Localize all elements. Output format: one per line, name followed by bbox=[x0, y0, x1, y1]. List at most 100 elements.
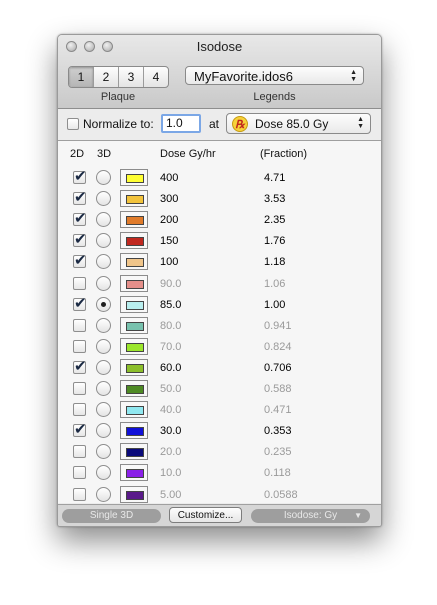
show-2d-checkbox[interactable] bbox=[73, 294, 87, 312]
dose-value: 20.0 bbox=[160, 446, 182, 459]
plaque-tab-1[interactable]: 1 bbox=[69, 67, 94, 87]
select-3d-radio[interactable] bbox=[96, 275, 111, 291]
color-fill bbox=[126, 427, 144, 437]
select-3d-radio[interactable] bbox=[96, 381, 111, 396]
customize-button[interactable]: Customize... bbox=[169, 507, 242, 523]
color-swatch[interactable] bbox=[120, 422, 148, 440]
color-swatch[interactable] bbox=[120, 316, 148, 334]
color-swatch[interactable] bbox=[120, 232, 148, 250]
plaque-tab-2[interactable]: 2 bbox=[94, 67, 119, 87]
table-row: 300 3.53 bbox=[58, 188, 381, 210]
color-fill bbox=[126, 195, 144, 205]
select-3d-radio[interactable] bbox=[96, 444, 111, 460]
show-2d-checkbox[interactable] bbox=[73, 466, 86, 480]
fraction-value: 0.706 bbox=[264, 361, 292, 374]
show-2d-checkbox[interactable] bbox=[73, 188, 87, 206]
color-swatch[interactable] bbox=[120, 190, 148, 208]
footer-bar: Single 3D Customize... Isodose: Gy ▼ bbox=[58, 504, 381, 526]
color-fill bbox=[126, 385, 144, 394]
color-fill bbox=[126, 469, 144, 479]
fraction-value: 3.53 bbox=[264, 193, 286, 206]
select-3d-radio[interactable] bbox=[96, 486, 111, 502]
reference-dose-popup[interactable]: ℞ Dose 85.0 Gy ▲ ▼ bbox=[226, 113, 371, 134]
color-swatch[interactable] bbox=[120, 401, 148, 419]
show-2d-checkbox[interactable] bbox=[73, 339, 86, 353]
table-row: 60.0 0.706 bbox=[58, 357, 381, 379]
fraction-value: 0.588 bbox=[264, 383, 292, 395]
color-fill bbox=[126, 448, 144, 458]
isodose-units-popup[interactable]: Isodose: Gy ▼ bbox=[251, 509, 370, 523]
show-2d-checkbox[interactable] bbox=[73, 403, 86, 417]
fraction-value: 1.06 bbox=[264, 277, 286, 290]
color-swatch[interactable] bbox=[120, 274, 148, 292]
table-row: 30.0 0.353 bbox=[58, 420, 381, 442]
dose-value: 5.00 bbox=[160, 488, 182, 501]
legends-value: MyFavorite.idos6 bbox=[194, 69, 293, 84]
show-2d-checkbox[interactable] bbox=[73, 318, 86, 332]
single-3d-button[interactable]: Single 3D bbox=[62, 509, 161, 523]
color-swatch[interactable] bbox=[120, 485, 148, 503]
plaque-tab-3[interactable]: 3 bbox=[119, 67, 144, 87]
color-fill bbox=[126, 342, 144, 352]
header-fraction: (Fraction) bbox=[260, 148, 308, 160]
normalize-value-field[interactable]: 1.0 bbox=[161, 114, 201, 133]
header-2d: 2D bbox=[70, 148, 85, 160]
table-row: 20.0 0.235 bbox=[58, 442, 381, 463]
show-2d-checkbox[interactable] bbox=[73, 382, 86, 395]
color-swatch[interactable] bbox=[120, 358, 148, 376]
dose-value: 90.0 bbox=[160, 277, 182, 290]
select-3d-radio[interactable] bbox=[96, 359, 111, 375]
table-row: 90.0 1.06 bbox=[58, 274, 381, 295]
plaque-tab-4[interactable]: 4 bbox=[144, 67, 168, 87]
select-3d-radio[interactable] bbox=[96, 170, 111, 185]
at-label: at bbox=[209, 117, 220, 131]
dose-value: 10.0 bbox=[160, 467, 182, 480]
show-2d-checkbox[interactable] bbox=[73, 167, 87, 185]
color-swatch[interactable] bbox=[120, 253, 148, 271]
select-3d-radio[interactable] bbox=[96, 423, 111, 439]
select-3d-radio[interactable] bbox=[96, 317, 111, 333]
select-3d-radio[interactable] bbox=[96, 402, 111, 418]
fraction-value: 0.941 bbox=[264, 319, 292, 332]
dose-value: 150 bbox=[160, 235, 179, 248]
color-swatch[interactable] bbox=[120, 464, 148, 482]
color-fill bbox=[126, 490, 144, 500]
fraction-value: 0.824 bbox=[264, 340, 292, 353]
table-row: 10.0 0.118 bbox=[58, 463, 381, 484]
color-swatch[interactable] bbox=[120, 211, 148, 229]
show-2d-checkbox[interactable] bbox=[73, 420, 87, 438]
show-2d-checkbox[interactable] bbox=[73, 251, 87, 269]
select-3d-radio[interactable] bbox=[96, 296, 111, 312]
table-row: 50.0 0.588 bbox=[58, 379, 381, 400]
select-3d-radio[interactable] bbox=[96, 212, 111, 228]
normalize-checkbox[interactable] bbox=[67, 118, 79, 130]
dose-value: 40.0 bbox=[160, 404, 182, 417]
show-2d-checkbox[interactable] bbox=[73, 230, 87, 248]
show-2d-checkbox[interactable] bbox=[73, 357, 87, 375]
table-row: 85.0 1.00 bbox=[58, 294, 381, 316]
select-3d-radio[interactable] bbox=[96, 191, 111, 207]
isodose-units-value: Isodose: Gy bbox=[283, 510, 338, 521]
show-2d-checkbox[interactable] bbox=[73, 445, 86, 459]
fraction-value: 0.353 bbox=[264, 425, 292, 438]
color-swatch[interactable] bbox=[120, 295, 148, 313]
color-swatch[interactable] bbox=[120, 380, 148, 397]
select-3d-radio[interactable] bbox=[96, 465, 111, 481]
up-down-arrows-icon: ▲ ▼ bbox=[350, 69, 357, 83]
table-row: 5.00 0.0588 bbox=[58, 485, 381, 506]
color-swatch[interactable] bbox=[120, 169, 148, 186]
show-2d-checkbox[interactable] bbox=[73, 487, 86, 501]
legends-popup[interactable]: MyFavorite.idos6 ▲ ▼ bbox=[185, 66, 364, 85]
select-3d-radio[interactable] bbox=[96, 254, 111, 270]
prescription-icon: ℞ bbox=[232, 116, 248, 132]
show-2d-checkbox[interactable] bbox=[73, 276, 86, 290]
fraction-value: 1.76 bbox=[264, 235, 286, 248]
select-3d-radio[interactable] bbox=[96, 338, 111, 354]
select-3d-radio[interactable] bbox=[96, 233, 111, 249]
color-swatch[interactable] bbox=[120, 443, 148, 461]
color-swatch[interactable] bbox=[120, 337, 148, 355]
show-2d-checkbox[interactable] bbox=[73, 209, 87, 227]
color-fill bbox=[126, 363, 144, 373]
fraction-value: 0.118 bbox=[264, 467, 291, 480]
fraction-value: 2.35 bbox=[264, 214, 286, 227]
